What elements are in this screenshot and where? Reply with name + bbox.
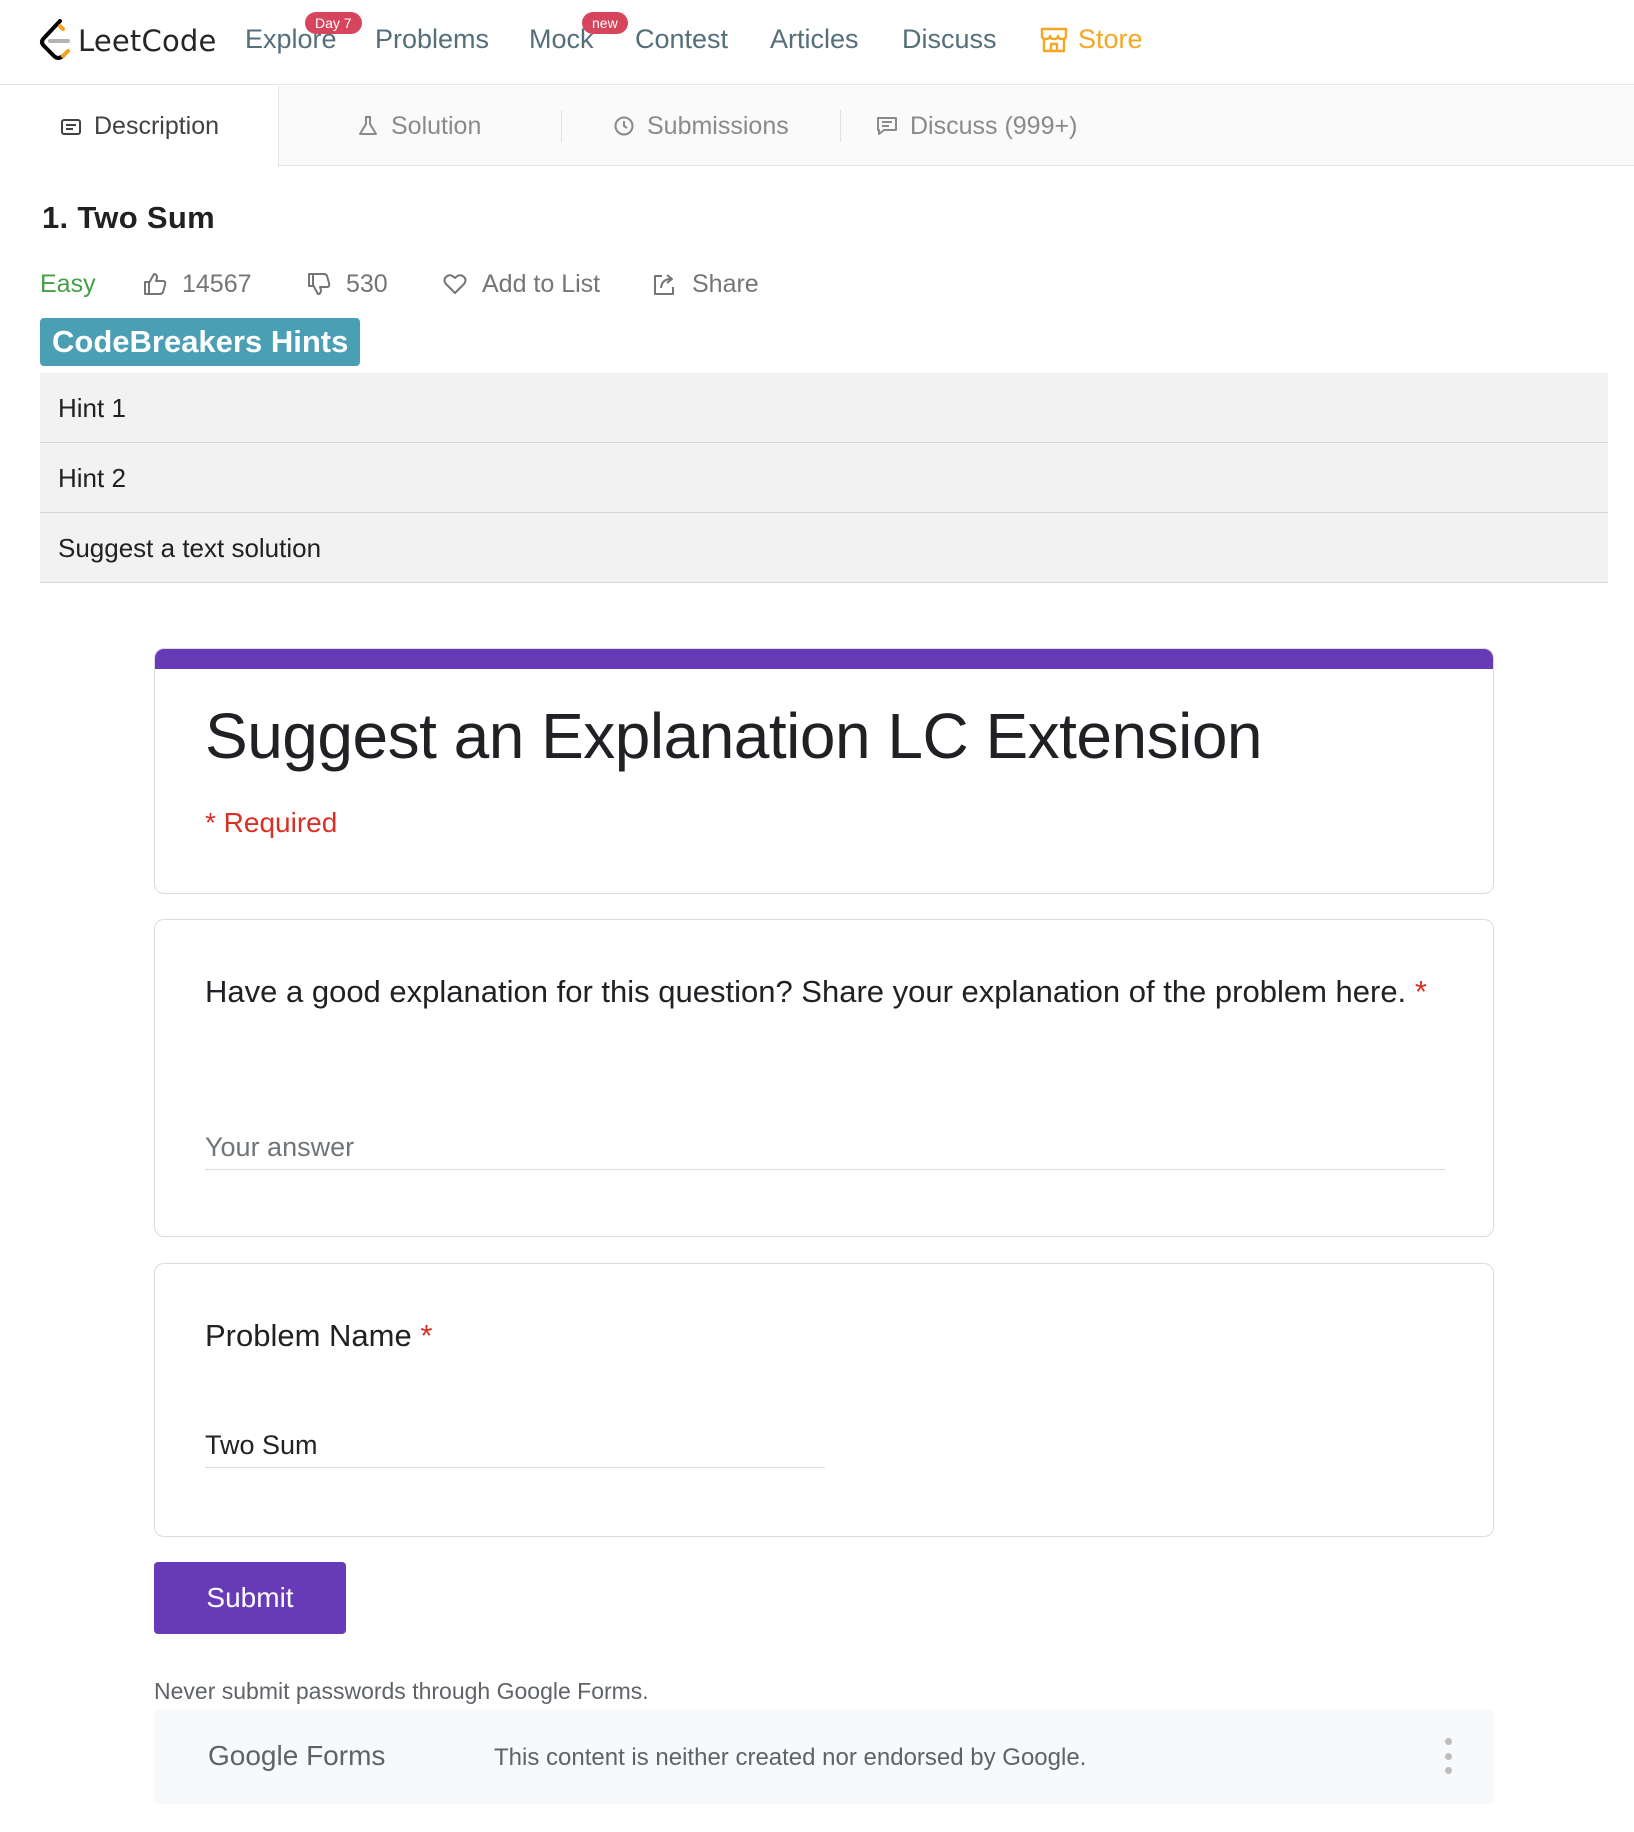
description-icon: [61, 118, 81, 135]
dislike-count: 530: [346, 269, 388, 298]
nav-problems-label: Problems: [375, 24, 490, 54]
nav-explore[interactable]: Explore Day 7: [245, 12, 362, 55]
nav-mock[interactable]: Mock new: [529, 12, 628, 55]
dot: [1444, 1767, 1452, 1774]
dot: [1444, 1752, 1452, 1760]
hint-row[interactable]: Hint 1: [40, 373, 1608, 443]
nav-articles[interactable]: Articles: [770, 24, 859, 55]
tab-submissions-label: Submissions: [647, 111, 789, 140]
clock-icon: [614, 116, 634, 136]
tab-submissions[interactable]: Submissions: [613, 86, 789, 166]
leetcode-logo[interactable]: LeetCode: [38, 18, 217, 64]
form-footer: Google Forms This content is neither cre…: [154, 1710, 1494, 1804]
form-accent-bar: [155, 649, 1493, 669]
nav-discuss-label: Discuss: [902, 24, 997, 54]
tab-description[interactable]: Description: [0, 86, 279, 167]
hints-label: CodeBreakers Hints: [40, 318, 361, 366]
nav-store-label: Store: [1078, 24, 1143, 54]
question-card: Problem Name *: [154, 1263, 1494, 1537]
question-text: Have a good explanation for this questio…: [205, 968, 1445, 1016]
leetcode-logo-icon: [40, 19, 70, 60]
footer-note: This content is neither created nor endo…: [494, 1744, 1087, 1771]
nav-problems[interactable]: Problems: [375, 24, 489, 55]
difficulty-label: Easy: [40, 269, 96, 298]
like-count: 14567: [182, 269, 252, 298]
tab-divider: [561, 110, 562, 142]
form-title: Suggest an Explanation LC Extension: [205, 700, 1263, 772]
nav-contest[interactable]: Contest: [635, 24, 728, 55]
add-to-list-label: Add to List: [482, 269, 601, 298]
tab-divider: [840, 110, 841, 142]
required-star: *: [1414, 974, 1427, 1009]
submit-button[interactable]: Submit: [154, 1562, 346, 1634]
nav-articles-label: Articles: [770, 24, 859, 54]
more-options-icon[interactable]: [1442, 1738, 1454, 1774]
explanation-input[interactable]: [205, 1126, 1445, 1170]
dot: [1444, 1738, 1452, 1745]
required-star: *: [420, 1318, 433, 1353]
nav-contest-label: Contest: [635, 24, 729, 54]
hint-row[interactable]: Hint 2: [40, 443, 1608, 513]
flask-icon: [359, 116, 377, 135]
password-disclaimer: Never submit passwords through Google Fo…: [154, 1678, 649, 1704]
new-badge: new: [582, 12, 628, 34]
heart-icon: [443, 274, 467, 294]
question-label: Have a good explanation for this questio…: [205, 974, 1407, 1009]
problem-tabs: Description Solution Submissions Discuss…: [0, 86, 1634, 167]
hint-row[interactable]: Suggest a text solution: [40, 513, 1608, 583]
form-header-card: Suggest an Explanation LC Extension * Re…: [154, 648, 1494, 894]
comment-icon: [877, 117, 897, 135]
tab-solution[interactable]: Solution: [357, 86, 481, 166]
share-button[interactable]: Share: [652, 268, 759, 300]
thumbs-down-icon: [308, 273, 331, 295]
tab-description-label: Description: [94, 112, 220, 140]
share-label: Share: [692, 269, 759, 298]
problem-title: 1. Two Sum: [42, 200, 215, 235]
add-to-list-button[interactable]: Add to List: [442, 268, 600, 300]
problem-name-input[interactable]: [205, 1424, 825, 1468]
required-note: * Required: [205, 807, 338, 838]
forms-wordmark: Forms: [306, 1740, 386, 1771]
nav-discuss[interactable]: Discuss: [902, 24, 997, 55]
like-button[interactable]: 14567: [142, 268, 252, 300]
thumbs-up-icon: [144, 273, 167, 295]
dislike-button[interactable]: 530: [306, 268, 388, 300]
day-badge: Day 7: [305, 12, 362, 34]
tab-discuss-label: Discuss (999+): [910, 111, 1078, 140]
question-label: Problem Name: [205, 1318, 412, 1353]
tab-discuss[interactable]: Discuss (999+): [876, 86, 1077, 166]
question-card: Have a good explanation for this questio…: [154, 919, 1494, 1237]
tab-solution-label: Solution: [391, 111, 482, 140]
store-icon: [1040, 27, 1068, 52]
nav-store[interactable]: Store: [1040, 24, 1143, 55]
question-text: Problem Name *: [205, 1312, 432, 1360]
share-icon: [654, 274, 674, 295]
google-wordmark: Google: [208, 1740, 299, 1771]
logo-text: LeetCode: [78, 24, 217, 58]
google-forms-logo[interactable]: Google Forms: [208, 1740, 385, 1772]
top-navbar: LeetCode Explore Day 7 Problems Mock new…: [0, 0, 1634, 85]
